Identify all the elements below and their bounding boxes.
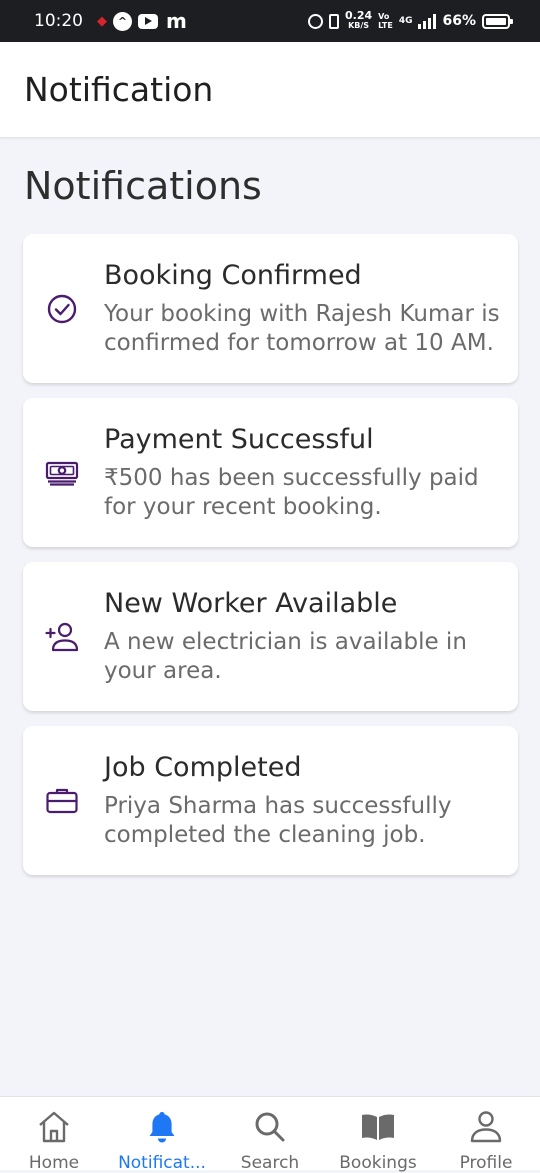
home-icon bbox=[36, 1109, 72, 1149]
notification-title: New Worker Available bbox=[104, 588, 398, 619]
vibrate-icon bbox=[328, 13, 339, 29]
speed-unit: KB/S bbox=[348, 21, 370, 30]
alarm-icon bbox=[307, 13, 323, 29]
cash-icon bbox=[45, 456, 79, 490]
battery-percent: 66% bbox=[442, 13, 476, 29]
notification-card-job-completed[interactable]: Job Completed Priya Sharma has successfu… bbox=[23, 726, 518, 875]
notification-body: Your booking with Rajesh Kumar is confir… bbox=[104, 301, 500, 356]
signal-icon bbox=[418, 13, 437, 29]
person-icon bbox=[468, 1109, 504, 1149]
briefcase-icon bbox=[45, 784, 79, 818]
book-icon bbox=[360, 1109, 396, 1149]
nav-label: Search bbox=[240, 1153, 300, 1173]
add-person-icon bbox=[45, 620, 79, 654]
bell-icon bbox=[144, 1109, 180, 1149]
notification-card-new-worker[interactable]: New Worker Available A new electrician i… bbox=[23, 562, 518, 711]
notification-list: Booking Confirmed Your booking with Raje… bbox=[23, 234, 518, 890]
nav-search[interactable]: Search bbox=[216, 1097, 324, 1173]
app-m-icon: m bbox=[166, 9, 187, 33]
check-circle-icon bbox=[45, 292, 79, 326]
youtube-icon bbox=[138, 13, 158, 29]
nav-notifications[interactable]: Notificat... bbox=[108, 1097, 216, 1173]
app-circle-icon: ^ bbox=[113, 11, 132, 31]
network-type: 4G bbox=[398, 16, 413, 26]
notification-body: ₹500 has been successfully paid for your… bbox=[104, 465, 479, 520]
app-bar: Notification bbox=[0, 42, 540, 138]
network-speed: 0.24 KB/S bbox=[344, 9, 373, 31]
nav-label: Home bbox=[28, 1153, 80, 1173]
status-bar: 10:20 ◆ ^ m 0.24 KB/S Vo LTE 4G 66% bbox=[0, 0, 540, 42]
status-indicators: 0.24 KB/S Vo LTE 4G 66% bbox=[307, 9, 513, 31]
notification-card-booking-confirmed[interactable]: Booking Confirmed Your booking with Raje… bbox=[23, 234, 518, 383]
notification-title: Booking Confirmed bbox=[104, 260, 362, 291]
volte-top: Vo bbox=[378, 12, 390, 21]
notification-body: Priya Sharma has successfully completed … bbox=[104, 793, 452, 848]
notification-card-payment-successful[interactable]: Payment Successful ₹500 has been success… bbox=[23, 398, 518, 547]
page-title: Notification bbox=[24, 70, 214, 109]
nav-home[interactable]: Home bbox=[0, 1097, 108, 1173]
status-time: 10:20 bbox=[34, 11, 83, 31]
notification-title: Payment Successful bbox=[104, 424, 374, 455]
nav-label: Bookings bbox=[339, 1153, 417, 1173]
speed-value: 0.24 bbox=[344, 9, 373, 22]
bottom-navigation: Home Notificat... Search Bookings Profil… bbox=[0, 1096, 540, 1173]
nav-profile[interactable]: Profile bbox=[432, 1097, 540, 1173]
notification-title: Job Completed bbox=[104, 752, 302, 783]
status-app-icons: ◆ ^ m bbox=[97, 9, 187, 33]
notification-body: A new electrician is available in your a… bbox=[104, 629, 467, 684]
volte-bottom: LTE bbox=[378, 21, 393, 30]
volte-indicator: Vo LTE bbox=[378, 12, 393, 30]
app-notification-icon: ◆ bbox=[97, 13, 107, 29]
search-icon bbox=[252, 1109, 288, 1149]
battery-icon bbox=[482, 13, 513, 29]
nav-label: Notificat... bbox=[118, 1153, 206, 1173]
section-title: Notifications bbox=[24, 164, 262, 208]
nav-label: Profile bbox=[459, 1153, 513, 1173]
nav-bookings[interactable]: Bookings bbox=[324, 1097, 432, 1173]
